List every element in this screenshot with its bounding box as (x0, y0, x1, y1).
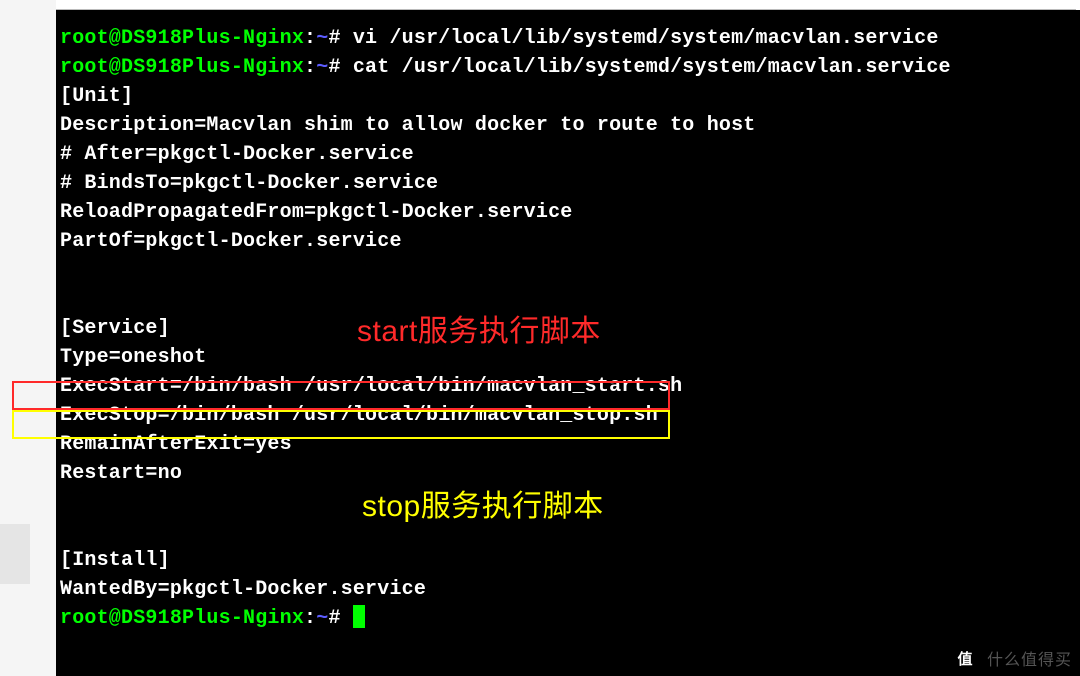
output-line-execstop: ExecStop=/bin/bash /usr/local/bin/macvla… (60, 401, 1080, 430)
prompt-user-host: root@DS918Plus-Nginx (60, 27, 304, 50)
prompt-colon: : (304, 56, 316, 79)
prompt-cwd: ~ (316, 56, 328, 79)
page-background (0, 0, 56, 676)
prompt-colon: : (304, 607, 316, 630)
command-cat: cat /usr/local/lib/systemd/system/macvla… (353, 56, 951, 79)
output-line: ReloadPropagatedFrom=pkgctl-Docker.servi… (60, 198, 1080, 227)
command-line-1: root@DS918Plus-Nginx:~# vi /usr/local/li… (60, 24, 1080, 53)
prompt-user-host: root@DS918Plus-Nginx (60, 56, 304, 79)
output-line: WantedBy=pkgctl-Docker.service (60, 575, 1080, 604)
output-line: # After=pkgctl-Docker.service (60, 140, 1080, 169)
annotation-start: start服务执行脚本 (357, 306, 601, 350)
output-line: PartOf=pkgctl-Docker.service (60, 227, 1080, 256)
command-line-2: root@DS918Plus-Nginx:~# cat /usr/local/l… (60, 53, 1080, 82)
output-line: Description=Macvlan shim to allow docker… (60, 111, 1080, 140)
prompt-user-host: root@DS918Plus-Nginx (60, 607, 304, 630)
annotation-stop: stop服务执行脚本 (362, 481, 604, 525)
output-line: [Install] (60, 546, 1080, 575)
output-line (60, 256, 1080, 285)
watermark: 值 什么值得买 (951, 644, 1072, 672)
output-line-execstart: ExecStart=/bin/bash /usr/local/bin/macvl… (60, 372, 1080, 401)
prompt-hash: # (328, 607, 340, 630)
watermark-badge-icon: 值 (951, 644, 979, 672)
prompt-cwd: ~ (316, 27, 328, 50)
prompt-colon: : (304, 27, 316, 50)
command-vi: vi /usr/local/lib/systemd/system/macvlan… (353, 27, 939, 50)
cursor-icon (353, 605, 365, 628)
prompt-hash: # (328, 56, 340, 79)
watermark-text: 什么值得买 (987, 646, 1072, 670)
output-line: [Unit] (60, 82, 1080, 111)
output-line: RemainAfterExit=yes (60, 430, 1080, 459)
output-line: # BindsTo=pkgctl-Docker.service (60, 169, 1080, 198)
prompt-hash: # (328, 27, 340, 50)
prompt-cwd: ~ (316, 607, 328, 630)
command-line-3[interactable]: root@DS918Plus-Nginx:~# (60, 604, 1080, 633)
